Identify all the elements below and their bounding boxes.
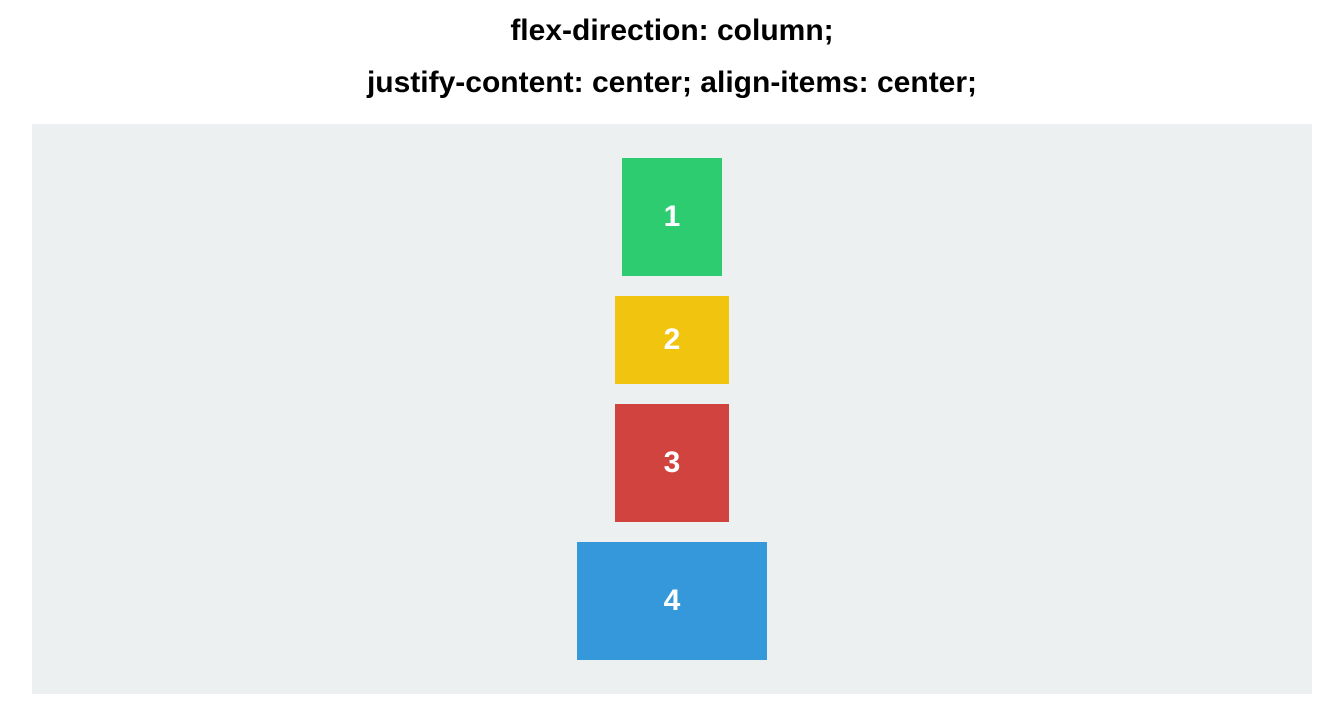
flex-item-3: 3 [615,404,729,522]
flex-item-1: 1 [622,158,722,276]
flex-item-label: 3 [664,446,681,480]
flex-item-2: 2 [615,296,729,384]
flex-container: 1 2 3 4 [32,124,1312,694]
flex-item-label: 4 [664,584,681,618]
flex-item-label: 2 [664,323,681,357]
flex-item-label: 1 [664,200,681,234]
heading-justify-align: justify-content: center; align-items: ce… [367,66,977,100]
flex-item-4: 4 [577,542,767,660]
diagram-headings: flex-direction: column; justify-content:… [367,0,977,124]
heading-flex-direction: flex-direction: column; [367,14,977,48]
